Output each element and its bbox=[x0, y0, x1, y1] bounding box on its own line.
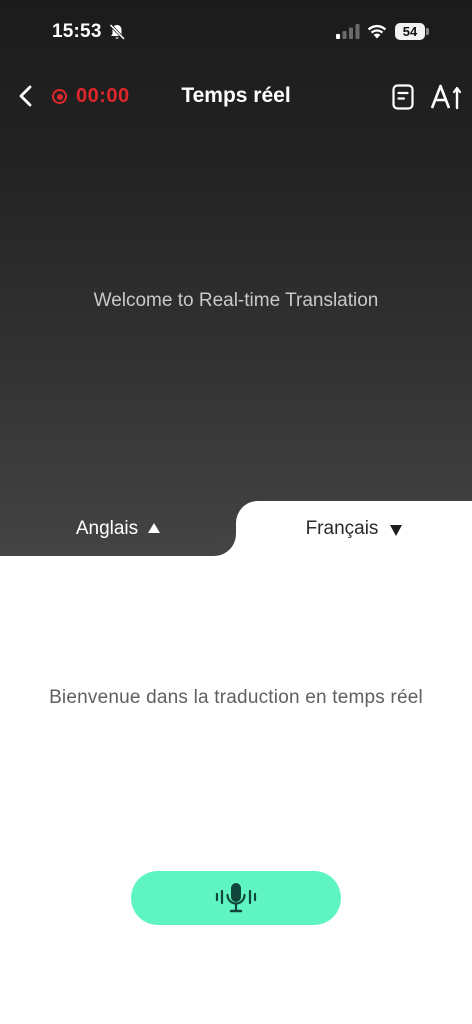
status-bar: 15:53 54 bbox=[0, 0, 472, 64]
battery-level: 54 bbox=[395, 23, 425, 40]
microphone-button[interactable] bbox=[131, 871, 341, 925]
source-language-label: Anglais bbox=[75, 518, 139, 539]
header: 00:00 Temps réel bbox=[0, 70, 472, 122]
microphone-icon bbox=[215, 883, 257, 913]
document-icon[interactable] bbox=[391, 83, 415, 111]
caret-down-icon bbox=[390, 524, 403, 536]
signal-icon bbox=[336, 24, 360, 39]
target-language-label: Français bbox=[305, 518, 379, 539]
caret-up-icon bbox=[148, 523, 161, 533]
source-language-panel: 15:53 54 00:00 Temps réel Welcome to Rea… bbox=[0, 0, 472, 556]
wifi-icon bbox=[367, 24, 387, 39]
bell-off-icon bbox=[109, 23, 126, 41]
source-language-selector[interactable]: Anglais bbox=[0, 502, 236, 556]
tab-curve bbox=[214, 534, 236, 556]
text-size-icon[interactable] bbox=[430, 83, 462, 111]
target-welcome-text: Bienvenue dans la traduction en temps ré… bbox=[49, 687, 423, 708]
battery-icon: 54 bbox=[395, 23, 429, 40]
target-language-selector[interactable]: Français bbox=[236, 501, 472, 557]
status-time: 15:53 bbox=[52, 21, 102, 42]
source-welcome-text: Welcome to Real-time Translation bbox=[93, 290, 379, 311]
